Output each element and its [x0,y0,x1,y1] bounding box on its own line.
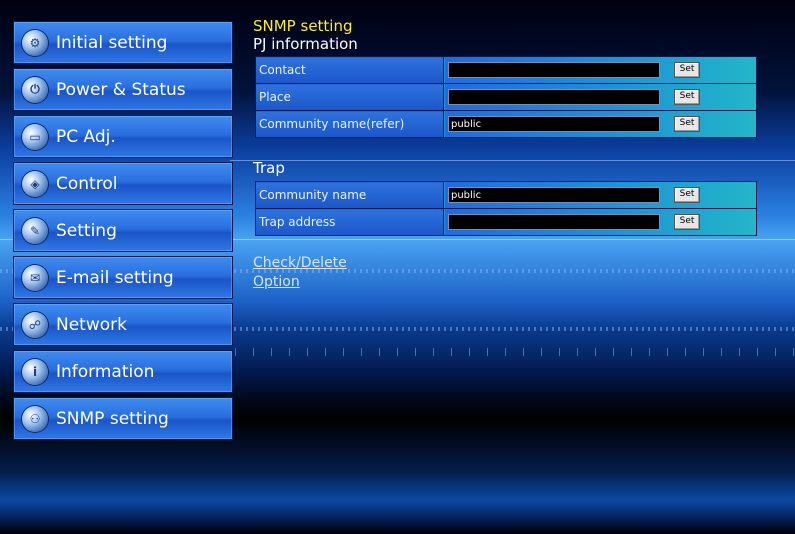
link-group: Check/Delete Option [253,254,773,292]
network-icon: ☍ [22,311,48,338]
sidebar-item-control[interactable]: ◈ Control [13,162,233,205]
main-panel: SNMP setting PJ information Contact Set … [253,18,773,292]
trap-community-name-set-button[interactable]: Set [674,187,700,203]
table-row: Contact Set [255,56,757,84]
place-set-button[interactable]: Set [674,89,700,105]
info-icon: i [22,358,48,385]
sidebar-nav: ⚙ Initial setting ⏻ Power & Status ▭ PC … [13,21,233,444]
table-row: Place Set [255,83,757,111]
sidebar-item-setting[interactable]: ✎ Setting [13,209,233,252]
snmp-icon: ⚇ [22,405,48,432]
trap-table: Community name public Set Trap address S… [255,181,757,236]
power-icon: ⏻ [22,76,48,103]
trap-address-set-button[interactable]: Set [674,214,700,230]
control-icon: ◈ [22,170,48,197]
contact-field[interactable] [448,62,660,78]
sidebar-item-snmp-setting[interactable]: ⚇ SNMP setting [13,397,233,440]
community-name-refer-label: Community name(refer) [255,110,444,138]
sidebar-item-label: Power & Status [56,79,186,100]
sidebar-item-label: Information [56,361,155,382]
trap-title: Trap [253,159,285,177]
trap-address-field[interactable] [448,214,660,230]
sidebar-item-label: PC Adj. [56,126,116,147]
check-delete-link[interactable]: Check/Delete [253,254,773,273]
sidebar-item-label: Initial setting [56,32,168,53]
trap-address-label: Trap address [255,208,444,236]
gear-icon: ⚙ [22,29,48,56]
tick-band [235,348,795,356]
contact-set-button[interactable]: Set [674,62,700,78]
option-link[interactable]: Option [253,273,773,292]
sidebar-item-information[interactable]: i Information [13,350,233,393]
table-row: Community name public Set [255,181,757,209]
sidebar-item-power-status[interactable]: ⏻ Power & Status [13,68,233,111]
sidebar-item-label: Control [56,173,118,194]
trap-community-name-field[interactable]: public [448,187,660,203]
community-name-refer-field[interactable]: public [448,116,660,132]
sidebar-item-label: Network [56,314,127,335]
wrench-icon: ✎ [22,217,48,244]
sidebar-item-network[interactable]: ☍ Network [13,303,233,346]
pj-information-title: PJ information [253,35,358,53]
trap-community-name-label: Community name [255,181,444,209]
mail-icon: ✉ [22,264,48,291]
place-field[interactable] [448,89,660,105]
sidebar-item-email-setting[interactable]: ✉ E-mail setting [13,256,233,299]
sidebar-item-label: SNMP setting [56,408,169,429]
sidebar-item-label: E-mail setting [56,267,174,288]
page-title: SNMP setting [253,17,353,35]
sidebar-item-pc-adj[interactable]: ▭ PC Adj. [13,115,233,158]
contact-label: Contact [255,56,444,84]
sidebar-item-label: Setting [56,220,117,241]
monitor-icon: ▭ [22,123,48,150]
community-name-refer-set-button[interactable]: Set [674,116,700,132]
place-label: Place [255,83,444,111]
sidebar-item-initial-setting[interactable]: ⚙ Initial setting [13,21,233,64]
table-row: Community name(refer) public Set [255,110,757,138]
pj-information-table: Contact Set Place Set Community name(ref… [255,56,757,138]
table-row: Trap address Set [255,208,757,236]
